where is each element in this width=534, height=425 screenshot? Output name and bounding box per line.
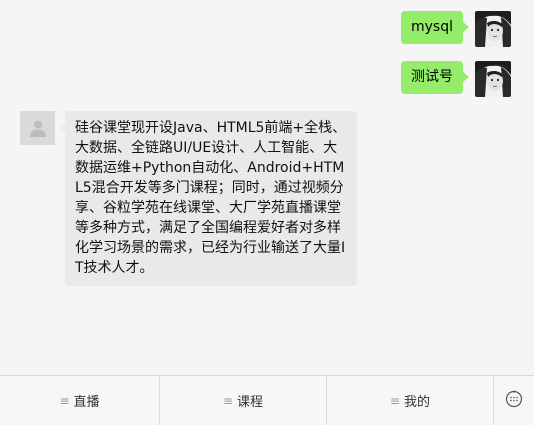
menu-lines-icon: ≡ <box>222 393 234 408</box>
bottom-tab-bar: ≡ 直播 ≡ 课程 ≡ 我的 <box>0 375 534 425</box>
message-row-mine: mysql <box>401 11 511 47</box>
chat-area[interactable]: mysql 测试号 硅谷课堂现开设Java、HTML5前端+全栈、大数据、全链路… <box>0 0 534 375</box>
user-photo-icon[interactable] <box>475 11 511 47</box>
emoji-keyboard-icon <box>505 390 523 412</box>
default-avatar-icon[interactable] <box>20 111 55 145</box>
message-row-other: 硅谷课堂现开设Java、HTML5前端+全栈、大数据、全链路UI/UE设计、人工… <box>20 111 357 286</box>
tab-label: 课程 <box>237 395 264 410</box>
tab-courses[interactable]: ≡ 课程 <box>160 376 327 425</box>
tab-label: 我的 <box>404 395 431 410</box>
message-row-mine: 测试号 <box>401 61 511 97</box>
emoji-keyboard-button[interactable] <box>494 376 534 425</box>
menu-lines-icon: ≡ <box>59 393 70 408</box>
message-bubble[interactable]: 硅谷课堂现开设Java、HTML5前端+全栈、大数据、全链路UI/UE设计、人工… <box>59 111 357 286</box>
message-bubble[interactable]: mysql <box>401 11 469 44</box>
menu-lines-icon: ≡ <box>389 393 401 408</box>
message-bubble[interactable]: 测试号 <box>401 61 469 94</box>
tab-live[interactable]: ≡ 直播 <box>0 376 160 425</box>
tab-mine[interactable]: ≡ 我的 <box>327 376 494 425</box>
user-photo-icon[interactable] <box>475 61 511 97</box>
tab-label: 直播 <box>73 395 100 410</box>
